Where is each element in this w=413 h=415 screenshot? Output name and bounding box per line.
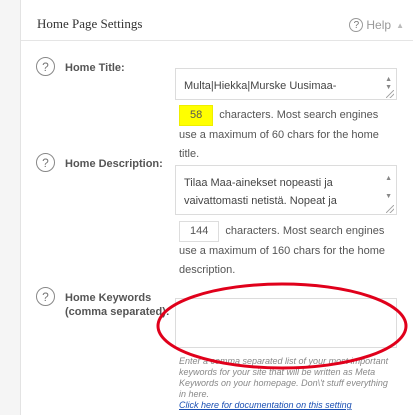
home-title-help-icon[interactable]: ? — [36, 57, 55, 76]
documentation-link[interactable]: Click here for documentation on this set… — [179, 400, 352, 410]
panel-title: Home Page Settings — [37, 16, 143, 31]
resize-handle-icon[interactable] — [386, 90, 394, 98]
home-keywords-input[interactable] — [175, 298, 397, 348]
resize-handle-icon[interactable] — [386, 205, 394, 213]
panel-header[interactable]: Home Page Settings ? Help ▲ — [21, 0, 413, 41]
home-description-value: Tilaa Maa-ainekset nopeasti ja vaivattom… — [184, 177, 337, 207]
help-icon[interactable]: ? — [349, 18, 364, 32]
home-keywords-description: Enter a comma separated list of your mos… — [179, 356, 389, 399]
home-keywords-help-icon[interactable]: ? — [36, 287, 55, 306]
scroll-down-icon[interactable]: ▼ — [385, 188, 392, 206]
home-description-char-count-line: 144 characters. Most search engines use a… — [179, 221, 389, 280]
help-toggle[interactable]: ? Help ▲ — [349, 16, 404, 34]
home-title-input[interactable]: Multa|Hiekka|Murske Uusimaa- ▲ ▼ — [175, 68, 397, 100]
home-title-char-count: 58 — [179, 105, 214, 126]
home-keywords-label-line1: Home Keywords — [65, 292, 152, 304]
home-title-value: Multa|Hiekka|Murske Uusimaa- — [184, 80, 337, 92]
home-title-label: Home Title: — [65, 62, 125, 74]
home-description-label: Home Description: — [65, 158, 163, 170]
home-title-char-count-line: 58 characters. Most search engines use a … — [179, 105, 389, 164]
home-description-help-icon[interactable]: ? — [36, 153, 55, 172]
collapse-arrow-icon[interactable]: ▲ — [396, 21, 404, 30]
scroll-up-icon[interactable]: ▲ — [385, 170, 392, 188]
home-description-input[interactable]: Tilaa Maa-ainekset nopeasti ja vaivattom… — [175, 165, 397, 215]
home-keywords-label-line2: (comma separated): — [65, 306, 170, 318]
help-label[interactable]: Help — [366, 18, 391, 32]
home-description-char-count: 144 — [179, 221, 220, 242]
